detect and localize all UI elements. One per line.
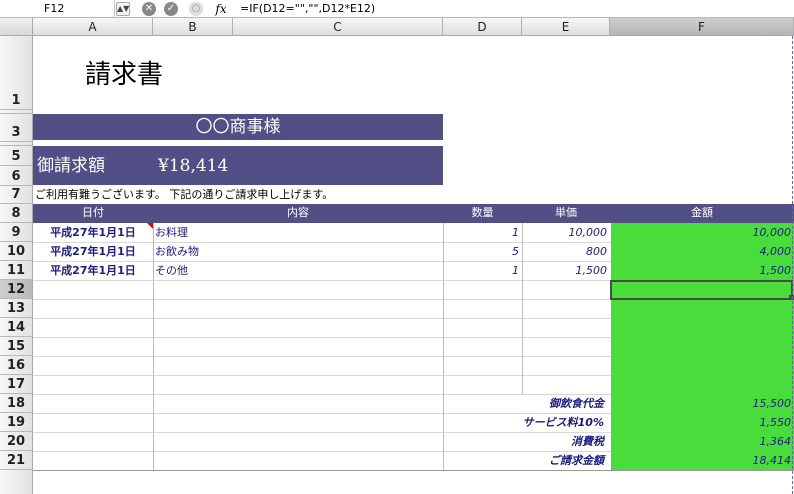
item-amount[interactable]: 10,000 [610, 224, 794, 242]
header-unit-price: 単価 [555, 206, 577, 219]
row-header-9[interactable]: 9 [0, 223, 33, 242]
row-header-20[interactable]: 20 [0, 432, 33, 451]
summary-value[interactable]: 15,500 [610, 395, 794, 413]
greeting-text: ご利用有難うございます。 下記の通りご請求申し上げます。 [35, 188, 334, 201]
header-content: 内容 [287, 206, 309, 219]
row-header-16[interactable]: 16 [0, 356, 33, 375]
column-header-f[interactable]: F [610, 18, 794, 36]
row-header-7[interactable]: 7 [0, 186, 33, 204]
item-price[interactable]: 1,500 [522, 262, 610, 280]
item-qty[interactable]: 1 [443, 262, 522, 280]
row-header-15[interactable]: 15 [0, 337, 33, 356]
header-qty: 数量 [471, 206, 494, 219]
summary-value[interactable]: 18,414 [610, 452, 794, 470]
column-header-b[interactable]: B [153, 18, 233, 36]
row-header-12[interactable]: 12 [0, 280, 33, 299]
row-header-19[interactable]: 19 [0, 413, 33, 432]
row-header-14[interactable]: 14 [0, 318, 33, 337]
cancel-icon[interactable]: ✕ [142, 2, 156, 16]
item-price[interactable]: 10,000 [522, 224, 610, 242]
name-box-dropdown-icon[interactable]: ▲▼ [116, 2, 130, 16]
item-amount[interactable]: 1,500 [610, 262, 794, 280]
row-header-3[interactable]: 3 [0, 114, 33, 142]
summary-label[interactable]: サービス料10% [443, 414, 610, 432]
formula-input[interactable]: =IF(D12="","",D12*E12) [240, 0, 375, 18]
column-header-a[interactable]: A [33, 18, 153, 36]
circle-icon[interactable]: ○ [189, 2, 203, 16]
column-header-d[interactable]: D [443, 18, 522, 36]
row-header-11[interactable]: 11 [0, 261, 33, 280]
column-header-e[interactable]: E [522, 18, 610, 36]
row-header-21[interactable]: 21 [0, 451, 33, 470]
row-header-5[interactable]: 5 [0, 146, 33, 166]
summary-value[interactable]: 1,364 [610, 433, 794, 451]
row-header-13[interactable]: 13 [0, 299, 33, 318]
row-header-6[interactable]: 6 [0, 166, 33, 186]
item-amount[interactable]: 4,000 [610, 243, 794, 261]
item-date[interactable]: 平成27年1月1日 [33, 224, 153, 242]
row-header-18[interactable]: 18 [0, 394, 33, 413]
item-content[interactable]: お飲み物 [153, 243, 443, 261]
invoice-title: 請求書 [85, 60, 164, 90]
confirm-icon[interactable]: ✓ [164, 2, 178, 16]
selected-cell-f12[interactable] [610, 280, 793, 300]
item-content[interactable]: お料理 [153, 224, 443, 242]
row-header-10[interactable]: 10 [0, 242, 33, 261]
item-content[interactable]: その他 [153, 262, 443, 280]
summary-label[interactable]: 消費税 [443, 433, 610, 451]
row-header-blank [0, 470, 33, 494]
row-header-8[interactable]: 8 [0, 204, 33, 223]
customer-name: 〇〇商事様 [33, 114, 443, 140]
item-qty[interactable]: 1 [443, 224, 522, 242]
total-label: 御請求額 [37, 156, 105, 176]
gridline [33, 470, 794, 471]
total-value: ¥18,414 [158, 156, 229, 176]
header-date: 日付 [82, 206, 104, 219]
item-date[interactable]: 平成27年1月1日 [33, 262, 153, 280]
function-icon[interactable]: fx [212, 1, 230, 17]
name-box[interactable]: F12 [0, 0, 115, 18]
row-header-1[interactable]: 1 [0, 36, 33, 110]
column-header-c[interactable]: C [233, 18, 443, 36]
item-price[interactable]: 800 [522, 243, 610, 261]
summary-label[interactable]: 御飲食代金 [443, 395, 610, 413]
page-break-line [792, 36, 793, 494]
item-date[interactable]: 平成27年1月1日 [33, 243, 153, 261]
item-qty[interactable]: 5 [443, 243, 522, 261]
header-amount: 金額 [691, 206, 713, 219]
summary-label[interactable]: ご請求金額 [443, 452, 610, 470]
row-header-17[interactable]: 17 [0, 375, 33, 394]
summary-value[interactable]: 1,550 [610, 414, 794, 432]
select-all-corner[interactable] [0, 18, 33, 36]
